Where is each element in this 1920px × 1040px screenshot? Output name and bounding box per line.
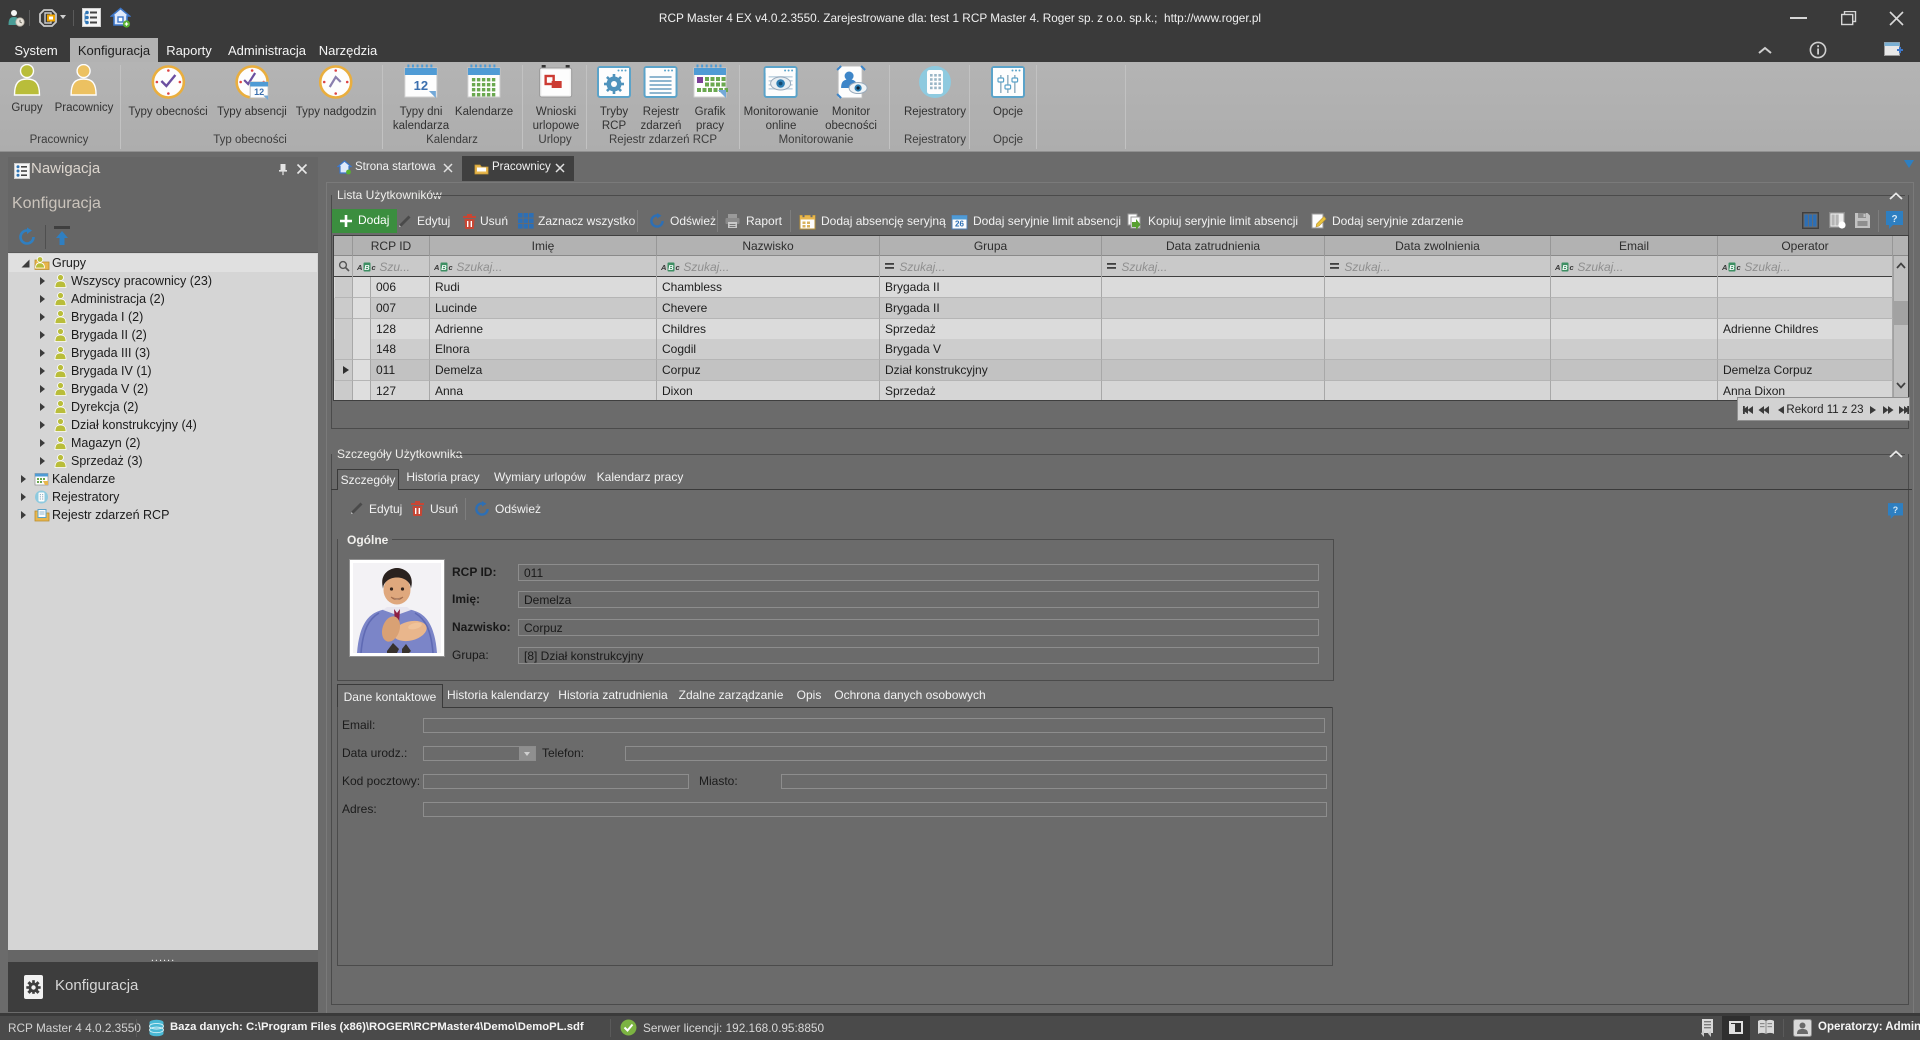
svg-text:12: 12 bbox=[254, 87, 264, 97]
svg-text:12: 12 bbox=[414, 78, 428, 93]
svg-text:?: ? bbox=[1893, 505, 1898, 515]
